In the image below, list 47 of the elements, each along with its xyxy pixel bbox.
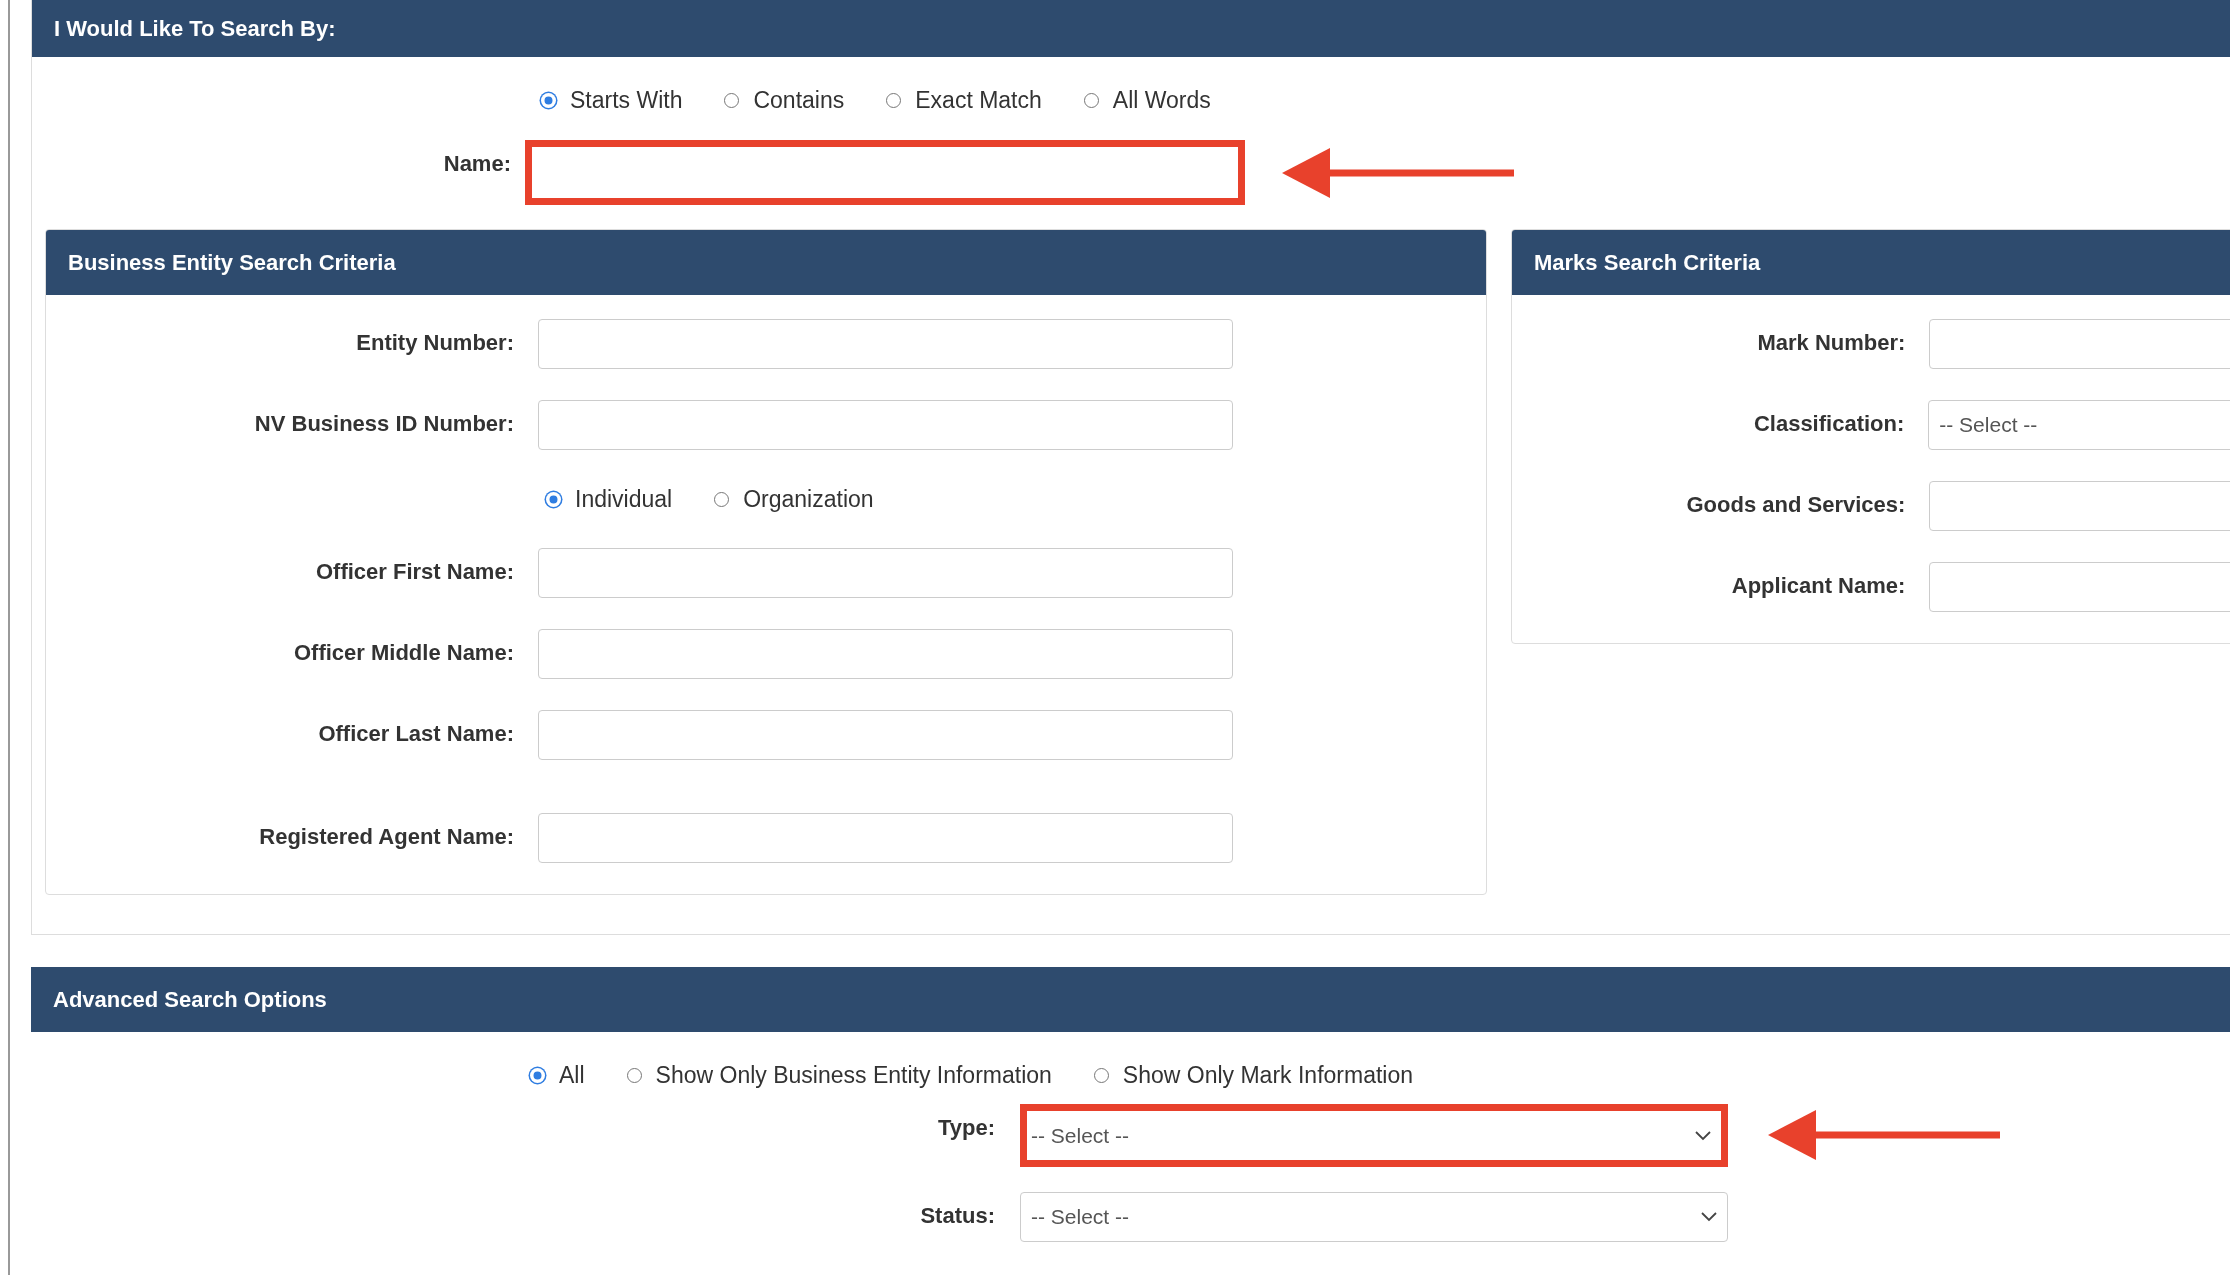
field-label: Classification: <box>1752 410 1905 437</box>
radio-label[interactable]: Exact Match <box>915 86 1042 114</box>
text-field[interactable] <box>538 400 1233 450</box>
radio-label[interactable]: All <box>559 1061 585 1089</box>
radio-button[interactable] <box>530 1067 545 1083</box>
select-dropdown[interactable]: -- Select -- <box>1020 1104 1728 1167</box>
field-label: Registered Agent Name: <box>258 823 514 850</box>
field-label: Applicant Name: <box>1730 572 1906 599</box>
panel-header: Business Entity Search Criteria <box>46 230 1486 295</box>
radio-label[interactable]: Starts With <box>570 86 683 114</box>
field-label: Goods and Services: <box>1685 491 1906 518</box>
radio-label[interactable]: All Words <box>1112 86 1211 114</box>
radio-button[interactable] <box>1083 92 1099 108</box>
radio-label[interactable]: Contains <box>753 86 845 114</box>
text-field[interactable] <box>538 548 1233 598</box>
field-label: Status: <box>919 1202 995 1229</box>
field-label: Officer Middle Name: <box>292 639 514 666</box>
radio-label[interactable]: Organization <box>743 485 874 513</box>
field-label: Officer First Name: <box>314 558 514 585</box>
radio-button[interactable] <box>724 92 740 108</box>
name-field[interactable] <box>525 140 1245 205</box>
text-field[interactable] <box>538 813 1233 863</box>
radio-button[interactable] <box>1093 1067 1109 1083</box>
radio-label[interactable]: Show Only Mark Information <box>1122 1061 1414 1089</box>
radio-label[interactable]: Individual <box>575 485 673 513</box>
radio-button[interactable] <box>546 491 561 507</box>
radio-button[interactable] <box>541 92 556 108</box>
select-dropdown[interactable]: -- Select -- <box>1020 1192 1728 1242</box>
field-label: Mark Number: <box>1756 329 1906 356</box>
radio-label[interactable]: Show Only Business Entity Information <box>655 1061 1052 1089</box>
chevron-icon <box>1695 1130 1711 1141</box>
radio-button[interactable] <box>714 491 730 507</box>
radio-button[interactable] <box>626 1067 642 1083</box>
chevron-icon <box>1701 1212 1717 1222</box>
section-header: Advanced Search Options <box>31 967 2230 1032</box>
section-header: I Would Like To Search By: <box>32 0 2230 57</box>
panel-header: Marks Search Criteria <box>1512 230 2230 295</box>
radio-button[interactable] <box>886 92 902 108</box>
field-label: Entity Number: <box>355 329 514 356</box>
field-label: NV Business ID Number: <box>253 410 514 437</box>
text-field[interactable] <box>538 629 1233 679</box>
field-label: Name: <box>442 150 511 177</box>
text-field[interactable] <box>538 710 1233 760</box>
text-field[interactable] <box>538 319 1233 369</box>
field-label: Officer Last Name: <box>317 720 514 747</box>
select-dropdown[interactable]: -- Select -- <box>1928 400 2230 450</box>
field-label: Type: <box>936 1114 995 1141</box>
